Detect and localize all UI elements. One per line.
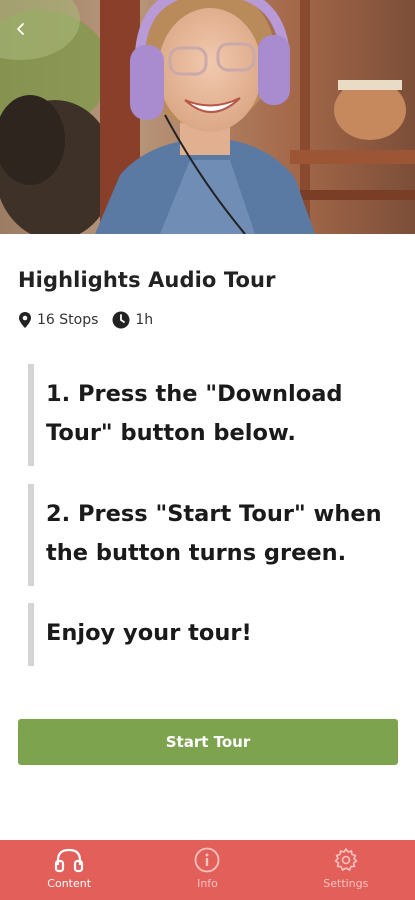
nav-item-settings[interactable]: Settings — [277, 840, 415, 900]
nav-label-settings: Settings — [323, 877, 369, 890]
instruction-enjoy: Enjoy your tour! — [28, 603, 398, 666]
info-icon — [195, 847, 220, 873]
stops-count: 16 Stops — [18, 311, 98, 329]
tour-title: Highlights Audio Tour — [18, 268, 276, 292]
instruction-line: Enjoy your tour! — [46, 620, 252, 646]
instruction-step-2: 2. Press "Start Tour" when the button tu… — [28, 484, 398, 586]
hero-image — [0, 0, 415, 234]
nav-item-info[interactable]: Info — [138, 840, 276, 900]
bottom-navigation: Content Info Settings — [0, 840, 415, 900]
headphones-icon — [55, 848, 84, 873]
instruction-line: 1. Press the "Download — [46, 381, 343, 407]
tour-duration: 1h — [112, 311, 153, 329]
nav-label-content: Content — [47, 877, 92, 890]
clock-icon — [112, 311, 130, 329]
instruction-line: 2. Press "Start Tour" when — [46, 501, 382, 527]
nav-label-info: Info — [197, 877, 218, 890]
start-tour-button[interactable]: Start Tour — [18, 719, 398, 765]
instruction-line: the button turns green. — [46, 540, 347, 566]
location-pin-icon — [19, 312, 31, 328]
hero-photo — [0, 0, 415, 234]
duration-label: 1h — [135, 312, 154, 328]
chevron-left-icon — [17, 23, 24, 35]
stops-label: 16 Stops — [37, 312, 99, 328]
back-button[interactable] — [6, 14, 36, 44]
instruction-line: Tour" button below. — [46, 420, 296, 446]
nav-item-content[interactable]: Content — [0, 840, 138, 900]
instruction-step-1: 1. Press the "Download Tour" button belo… — [28, 364, 398, 466]
gear-icon — [334, 848, 358, 871]
tour-meta: 16 Stops 1h — [18, 311, 167, 329]
